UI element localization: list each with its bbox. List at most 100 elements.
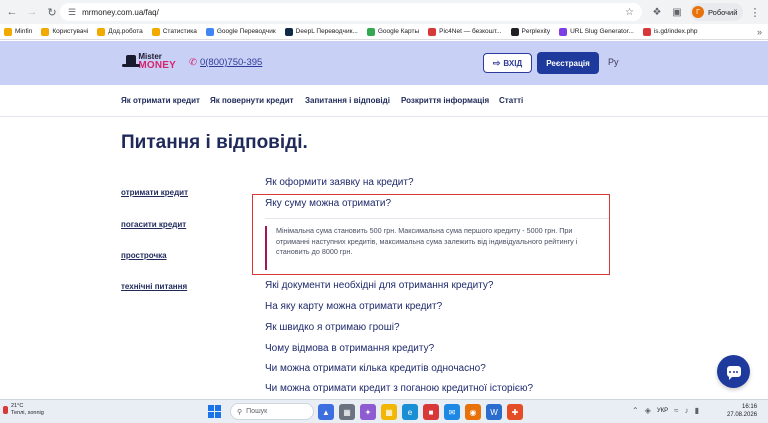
app-icon[interactable]: ✚ — [507, 404, 523, 420]
bookmark-label: Статистика — [162, 28, 197, 35]
favicon-icon — [428, 27, 437, 36]
taskbar-search[interactable]: ⚲ Пошук — [230, 403, 314, 420]
faq-question[interactable]: Чому відмова в отримання кредиту? — [265, 343, 434, 354]
tray-chevron-icon[interactable]: ⌃ — [632, 406, 639, 415]
faq-answer: Мінімальна сума становить 500 грн. Макси… — [265, 226, 605, 270]
faq-question[interactable]: Як оформити заявку на кредит? — [265, 177, 414, 188]
site-info-icon[interactable]: ☰ — [68, 7, 76, 18]
site-logo[interactable]: Mister MONEY — [122, 51, 176, 73]
battery-icon[interactable]: ▮ — [695, 406, 699, 415]
mail-icon[interactable]: ✉ — [444, 404, 460, 420]
chat-button[interactable] — [717, 355, 750, 388]
wifi-icon[interactable]: ≈ — [674, 406, 678, 415]
windows-start-icon[interactable] — [208, 405, 221, 418]
bookmark-item[interactable]: Perplexity — [510, 27, 551, 36]
volume-icon[interactable]: ♪ — [685, 406, 689, 415]
bookmark-item[interactable]: DeepL Переводчик... — [284, 27, 358, 36]
bookmark-item[interactable]: Статистика — [151, 27, 197, 36]
file-explorer-icon[interactable]: ▦ — [381, 404, 397, 420]
extensions-icon[interactable]: ❖ — [650, 5, 664, 19]
page-title: Питання і відповіді. — [121, 132, 308, 153]
bookmark-item[interactable]: Дод.робота — [97, 27, 143, 36]
sidepanel-icon[interactable]: ▣ — [670, 5, 684, 19]
weather-widget[interactable]: 21°C Теплі, sonnig — [3, 403, 44, 417]
main-nav: Як отримати кредит Як повернути кредит З… — [0, 85, 768, 117]
windows-taskbar: 21°C Теплі, sonnig ⚲ Пошук ▲ ▦ ✦ ▦ e ■ ✉… — [0, 399, 768, 423]
search-placeholder: Пошук — [246, 408, 268, 415]
bookmark-item[interactable]: URL Slug Generator... — [559, 27, 634, 36]
nav-item-disclosure[interactable]: Розкриття інформація — [401, 96, 489, 105]
browser-menu-icon[interactable]: ⋮ — [749, 6, 760, 19]
phone-link[interactable]: ✆ 0(800)750-395 — [189, 57, 262, 68]
chrome-icon[interactable]: ◉ — [465, 404, 481, 420]
favicon-icon — [642, 27, 651, 36]
forward-icon[interactable]: → — [24, 4, 40, 20]
profile-avatar: Г — [692, 6, 704, 18]
login-icon: ⇨ — [492, 57, 501, 68]
bookmark-item[interactable]: Google Карты — [366, 27, 420, 36]
login-button[interactable]: ⇨ ВХІД — [483, 53, 532, 73]
bookmarks-more-icon[interactable]: » — [757, 27, 762, 37]
clock-time: 16:16 — [742, 404, 758, 410]
bookmark-label: Perplexity — [521, 28, 551, 35]
profile-button[interactable]: Г Робочий — [690, 3, 744, 21]
thermometer-icon — [3, 406, 8, 414]
address-bar[interactable]: ☰ mrmoney.com.ua/faq/ ☆ — [60, 3, 642, 21]
input-language[interactable]: УКР — [657, 408, 668, 414]
nav-item-repay-credit[interactable]: Як повернути кредит — [210, 96, 294, 105]
bookmark-label: URL Slug Generator... — [570, 28, 634, 35]
category-repay-credit[interactable]: погасити кредит — [121, 220, 186, 229]
chat-icon — [726, 366, 741, 380]
bookmark-item[interactable]: Minfin — [4, 27, 33, 36]
phone-icon: ✆ — [189, 57, 197, 68]
edge-icon[interactable]: e — [402, 404, 418, 420]
site-header: Mister MONEY ✆ 0(800)750-395 ⇨ ВХІД Реєс… — [0, 41, 768, 85]
bookmark-label: Користувачі — [52, 28, 89, 35]
widget-app-icon[interactable]: ▲ — [318, 404, 334, 420]
faq-question[interactable]: Чи можна отримати кілька кредитів одноча… — [265, 363, 486, 374]
store-icon[interactable]: ■ — [423, 404, 439, 420]
category-overdue[interactable]: прострочка — [121, 251, 167, 260]
task-view-icon[interactable]: ▦ — [339, 404, 355, 420]
bookmark-label: Minfin — [15, 28, 33, 35]
bookmark-item[interactable]: Користувачі — [41, 27, 89, 36]
nav-item-get-credit[interactable]: Як отримати кредит — [121, 96, 200, 105]
logo-text-bottom: MONEY — [138, 60, 176, 71]
bookmark-label: DeepL Переводчик... — [295, 28, 358, 35]
bookmark-star-icon[interactable]: ☆ — [625, 7, 634, 18]
bookmark-item[interactable]: is.gd/index.php — [642, 27, 698, 36]
bookmark-item[interactable]: Pic4Net — безкошт... — [428, 27, 502, 36]
folder-icon — [97, 27, 106, 36]
folder-icon — [151, 27, 160, 36]
faq-question[interactable]: Чи можна отримати кредит з поганою креди… — [265, 383, 533, 394]
copilot-icon[interactable]: ✦ — [360, 404, 376, 420]
faq-question[interactable]: На яку карту можна отримати кредит? — [265, 301, 442, 312]
register-button[interactable]: Реєстрація — [537, 52, 599, 74]
bookmarks-bar: Minfin Користувачі Дод.робота Статистика Goo… — [0, 24, 768, 40]
favicon-icon — [510, 27, 519, 36]
faq-question[interactable]: Як швидко я отримаю гроші? — [265, 322, 400, 333]
language-switch[interactable]: Ру — [608, 57, 619, 67]
tray-app-icon[interactable]: ◈ — [645, 406, 651, 415]
category-technical[interactable]: технічні питання — [121, 282, 187, 291]
favicon-icon — [559, 27, 568, 36]
hat-icon — [122, 55, 141, 69]
favicon-icon — [284, 27, 293, 36]
bookmark-item[interactable]: Google Переводчик — [205, 27, 276, 36]
bookmark-label: Дод.робота — [108, 28, 143, 35]
category-get-credit[interactable]: отримати кредит — [121, 188, 188, 197]
system-clock[interactable]: 16:16 27.08.2026 — [727, 403, 757, 419]
faq-question-expanded[interactable]: Яку суму можна отримати? — [265, 198, 391, 209]
nav-item-articles[interactable]: Статті — [499, 96, 523, 105]
weather-temp: 21°C — [11, 403, 24, 409]
folder-icon — [4, 27, 12, 36]
faq-question[interactable]: Які документи необхідні для отримання кр… — [265, 280, 493, 291]
profile-label: Робочий — [708, 7, 738, 17]
bookmark-label: Google Карты — [377, 28, 420, 35]
word-icon[interactable]: W — [486, 404, 502, 420]
nav-item-faq[interactable]: Запитання і відповіді — [305, 96, 390, 105]
url-text: mrmoney.com.ua/faq/ — [82, 7, 159, 17]
reload-icon[interactable]: ↻ — [44, 4, 60, 20]
back-icon[interactable]: ← — [4, 4, 20, 20]
weather-text: Теплі, sonnig — [11, 410, 44, 416]
